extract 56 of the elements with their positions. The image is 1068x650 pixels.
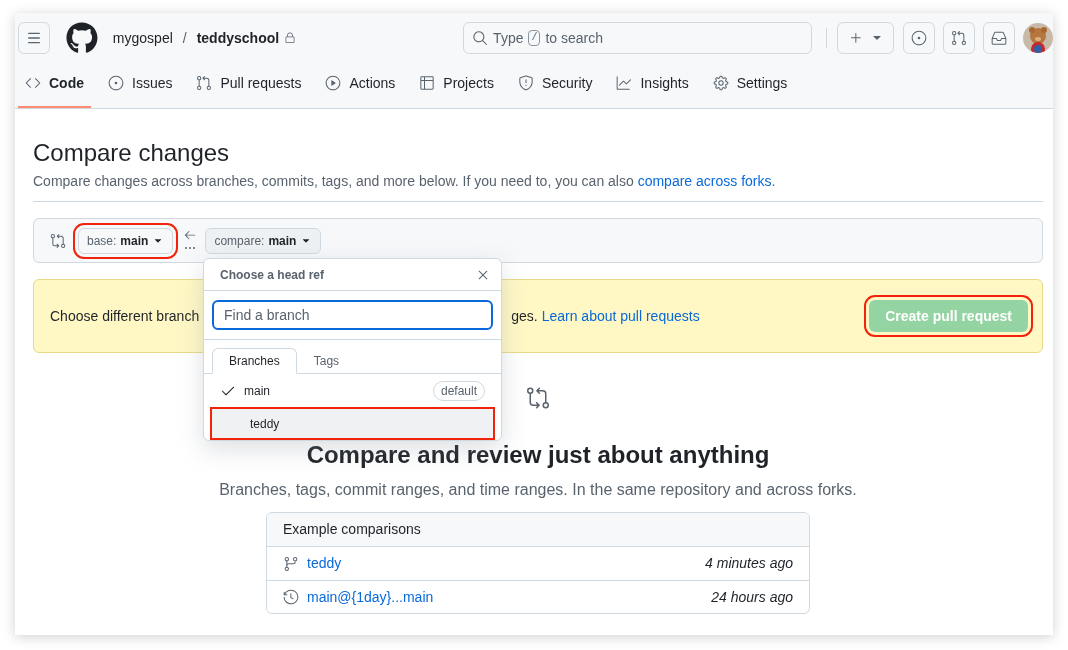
- comparison-link[interactable]: teddy: [307, 553, 342, 574]
- branch-icon: [283, 555, 299, 572]
- menu-button[interactable]: [18, 22, 50, 54]
- repo-tab[interactable]: Insights: [609, 60, 696, 108]
- branch-item[interactable]: main default: [204, 374, 501, 407]
- repo-tab[interactable]: Actions: [318, 60, 403, 108]
- repo-tab[interactable]: Issues: [101, 60, 180, 108]
- repo-tab[interactable]: Pull requests: [189, 60, 309, 108]
- menu-icon: [25, 30, 42, 46]
- owner-link[interactable]: mygospel: [112, 27, 173, 49]
- inbox-button[interactable]: [983, 22, 1016, 54]
- blankslate-text: Branches, tags, commit ranges, and time ranges. In the same repository and across forks.: [219, 480, 857, 500]
- inbox-icon: [991, 30, 1008, 46]
- repo-tab[interactable]: Security: [510, 60, 600, 108]
- table-icon: [419, 75, 436, 91]
- branch-item[interactable]: teddy: [210, 407, 495, 440]
- compare-branch-button[interactable]: compare: main: [205, 227, 322, 254]
- search-field[interactable]: Type / to search: [463, 22, 813, 54]
- learn-pull-requests-link[interactable]: Learn about pull requests: [541, 305, 700, 327]
- repo-tab[interactable]: Projects: [412, 60, 501, 108]
- banner-text: ges.: [511, 306, 538, 326]
- comparison-time: 24 hours ago: [711, 587, 793, 607]
- graph-icon: [616, 75, 633, 91]
- slash-key: /: [528, 30, 541, 46]
- blankslate-heading: Compare and review just about anything: [306, 440, 770, 470]
- search-hint: Type: [493, 28, 524, 48]
- branch-name: teddy: [250, 415, 280, 433]
- code-icon: [25, 75, 41, 91]
- dropdown-tab[interactable]: Branches: [212, 348, 297, 374]
- examples-header: Example comparisons: [267, 513, 809, 547]
- banner-text: Choose different branch: [50, 306, 200, 326]
- repo-tab[interactable]: Code: [18, 60, 91, 108]
- history-icon: [283, 589, 299, 605]
- settings-icon: [712, 75, 729, 91]
- dropdown-title: Choose a head ref: [220, 266, 325, 284]
- branch-name: main: [244, 382, 270, 400]
- compare-icon: [526, 386, 550, 410]
- comparison-link[interactable]: main@{1day}...main: [307, 586, 434, 608]
- play-icon: [325, 75, 342, 91]
- search-icon: [472, 30, 489, 46]
- repo-link[interactable]: teddyschool: [196, 27, 280, 49]
- page-title: Compare changes: [33, 138, 231, 168]
- repo-tab[interactable]: Settings: [705, 60, 795, 108]
- comparison-time: 4 minutes ago: [705, 554, 793, 573]
- pull-requests-button[interactable]: [943, 22, 976, 54]
- dropdown-tab[interactable]: Tags: [296, 348, 357, 374]
- pull-request-icon: [951, 30, 968, 46]
- search-hint: to search: [545, 28, 604, 48]
- github-logo-icon[interactable]: [65, 22, 98, 54]
- page-subtitle: Compare changes across branches, commits, tags, and more below. If you need to, you can also compare across forks.: [33, 171, 1043, 202]
- path-separator: /: [182, 28, 187, 48]
- compare-icon: [50, 232, 66, 249]
- branch-search-field[interactable]: Find a branch: [212, 300, 493, 330]
- pull-request-icon: [196, 75, 213, 91]
- shield-icon: [517, 75, 534, 91]
- issues-button[interactable]: [903, 22, 936, 54]
